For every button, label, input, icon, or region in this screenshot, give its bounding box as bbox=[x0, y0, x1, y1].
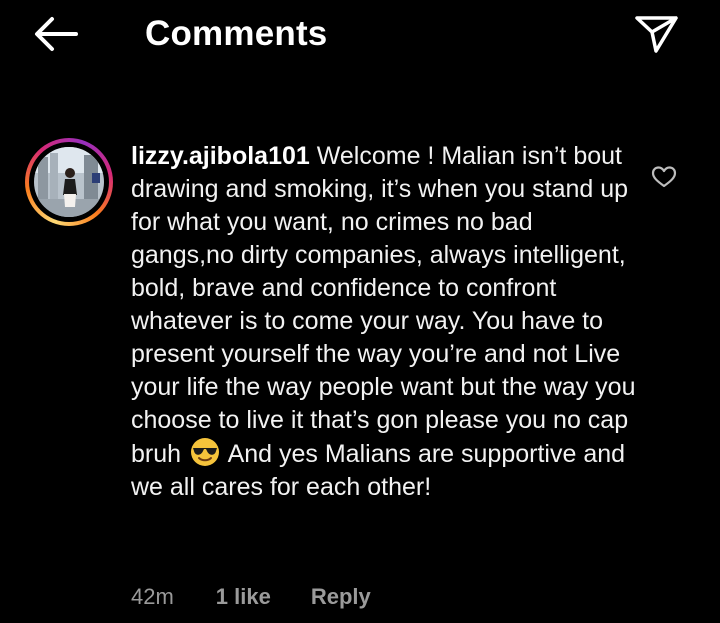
comment-meta: 42m 1 like Reply bbox=[131, 582, 371, 612]
avatar-photo bbox=[34, 147, 104, 217]
like-button[interactable] bbox=[651, 165, 677, 189]
heart-outline-icon bbox=[651, 166, 677, 188]
like-count[interactable]: 1 like bbox=[216, 584, 271, 610]
page-title: Comments bbox=[145, 14, 328, 53]
back-button[interactable] bbox=[30, 12, 82, 56]
comment-item: lizzy.ajibola101 Welcome ! Malian isn’t … bbox=[0, 130, 720, 623]
sunglasses-emoji-icon bbox=[190, 437, 220, 467]
share-button[interactable] bbox=[630, 12, 682, 56]
comment-text-part-1: Welcome ! Malian isn’t bout drawing and … bbox=[131, 142, 636, 468]
comment-timestamp: 42m bbox=[131, 584, 174, 609]
comment-text: lizzy.ajibola101 Welcome ! Malian isn’t … bbox=[131, 140, 641, 504]
arrow-left-icon bbox=[35, 17, 78, 51]
paper-plane-icon bbox=[635, 16, 678, 53]
comment-username[interactable]: lizzy.ajibola101 bbox=[131, 142, 310, 170]
top-bar: Comments bbox=[0, 0, 720, 68]
avatar[interactable] bbox=[25, 138, 113, 226]
reply-button[interactable]: Reply bbox=[311, 584, 371, 610]
